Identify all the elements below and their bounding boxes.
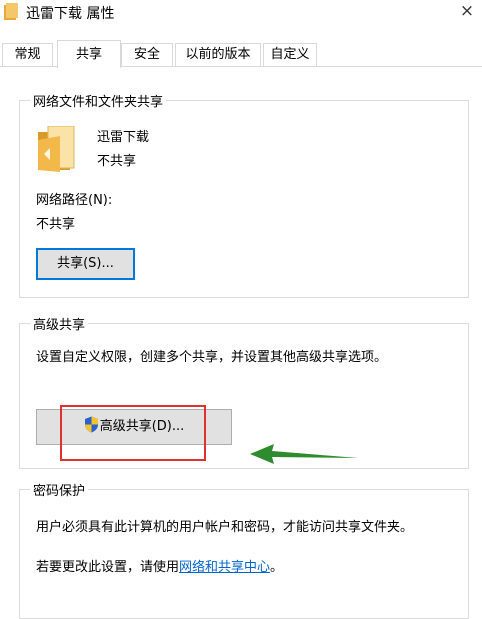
title-bar: 迅雷下载 属性 × — [0, 0, 482, 30]
folder-name: 迅雷下载 — [97, 130, 150, 145]
tab-general[interactable]: 常规 — [2, 43, 53, 66]
hint-suffix: 。 — [270, 560, 284, 575]
green-arrow-annotation — [250, 444, 358, 464]
network-path-value: 不共享 — [36, 217, 76, 232]
password-protection-hint: 若要更改此设置，请使用网络和共享中心。 — [36, 556, 283, 575]
share-button[interactable]: 共享(S)... — [36, 248, 135, 280]
hint-prefix: 若要更改此设置，请使用 — [36, 560, 180, 575]
network-sharing-center-link[interactable]: 网络和共享中心 — [179, 560, 270, 575]
tab-previous-versions[interactable]: 以前的版本 — [175, 43, 261, 66]
folder-icon — [4, 3, 18, 20]
tab-security[interactable]: 安全 — [121, 43, 173, 66]
password-protection-group: 密码保护 — [19, 480, 469, 619]
window-title: 迅雷下载 属性 — [26, 6, 115, 22]
close-button[interactable]: × — [456, 0, 478, 24]
folder-share-status: 不共享 — [97, 154, 137, 169]
password-protection-text: 用户必须具有此计算机的用户帐户和密码，才能访问共享文件夹。 — [36, 520, 414, 535]
advanced-sharing-description: 设置自定义权限，创建多个共享，并设置其他高级共享选项。 — [36, 350, 388, 365]
red-highlight-box — [60, 405, 206, 461]
tab-strip: 常规 共享 安全 以前的版本 自定义 — [0, 40, 482, 68]
group-legend: 密码保护 — [30, 480, 89, 499]
tab-customize[interactable]: 自定义 — [263, 43, 317, 66]
folder-icon — [38, 126, 75, 172]
tab-sharing[interactable]: 共享 — [57, 40, 121, 68]
group-legend: 高级共享 — [30, 314, 89, 333]
network-path-label: 网络路径(N): — [36, 193, 113, 208]
group-legend: 网络文件和文件夹共享 — [30, 91, 167, 110]
